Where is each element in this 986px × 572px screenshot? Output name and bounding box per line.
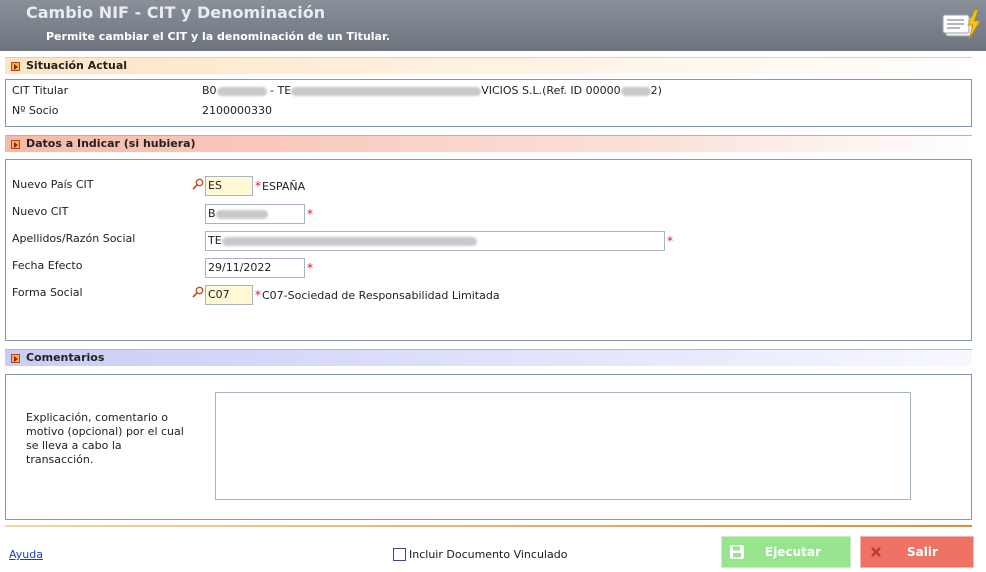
redacted-text [620, 86, 651, 96]
cit-titular-part: VICIOS S.L.(Ref. ID 00000 [481, 84, 621, 97]
floppy-disk-icon [730, 545, 744, 559]
cit-titular-part: 2) [650, 84, 662, 97]
cit-titular-part: - TE [266, 84, 292, 97]
nuevo-cit-input[interactable]: B [205, 204, 305, 224]
execute-label: Ejecutar [765, 545, 821, 559]
redacted-text [221, 236, 477, 246]
section-comentarios: Comentarios [5, 349, 972, 366]
section-situacion-actual: Situación Actual [5, 57, 972, 74]
nuevo-cit-value: B [208, 207, 216, 220]
required-marker: * [307, 207, 313, 221]
section-marker-icon [11, 354, 20, 363]
section-marker-icon [11, 62, 20, 71]
redacted-text [215, 209, 268, 219]
apellidos-input[interactable]: TE [205, 231, 665, 251]
cit-titular-part: B0 [202, 84, 217, 97]
required-marker: * [667, 234, 673, 248]
required-marker: * [255, 179, 261, 193]
section-datos-indicar: Datos a Indicar (si hubiera) [5, 135, 972, 152]
required-marker: * [255, 288, 261, 302]
cit-titular-label: CIT Titular [12, 84, 69, 97]
footer-divider [5, 525, 972, 527]
fecha-efecto-label: Fecha Efecto [12, 259, 83, 272]
documents-lightning-icon [942, 10, 981, 40]
section-marker-icon [11, 140, 20, 149]
section-title: Situación Actual [26, 59, 128, 72]
n-socio-label: Nº Socio [12, 104, 59, 117]
page-title: Cambio NIF - CIT y Denominación [26, 3, 326, 22]
datos-indicar-panel: Nuevo País CIT ES * ESPAÑA Nuevo CIT B *… [5, 159, 972, 341]
apellidos-label: Apellidos/Razón Social [12, 232, 136, 245]
help-link[interactable]: Ayuda [9, 548, 43, 561]
exit-label: Salir [907, 545, 938, 559]
forma-social-desc: C07-Sociedad de Responsabilidad Limitada [262, 289, 500, 302]
execute-button[interactable]: Ejecutar [721, 536, 851, 568]
section-title: Datos a Indicar (si hubiera) [26, 137, 196, 150]
page-header: Cambio NIF - CIT y Denominación Permite … [0, 0, 986, 48]
section-title: Comentarios [26, 351, 105, 364]
nuevo-cit-label: Nuevo CIT [12, 205, 69, 218]
incluir-documento-checkbox[interactable] [393, 548, 406, 561]
apellidos-value: TE [208, 234, 222, 247]
page-subtitle: Permite cambiar el CIT y la denominación… [46, 30, 391, 43]
comentario-textarea[interactable] [215, 392, 911, 500]
redacted-text [291, 86, 482, 96]
required-marker: * [307, 261, 313, 275]
fecha-efecto-input[interactable]: 29/11/2022 [205, 258, 305, 278]
comentario-label: Explicación, comentario o motivo (opcion… [26, 411, 184, 466]
close-icon [871, 547, 881, 557]
comentarios-panel: Explicación, comentario o motivo (opcion… [5, 374, 972, 520]
exit-button[interactable]: Salir [860, 536, 974, 568]
nuevo-pais-label: Nuevo País CIT [12, 178, 94, 191]
forma-social-label: Forma Social [12, 286, 83, 299]
n-socio-value: 2100000330 [202, 104, 272, 117]
magnifier-icon[interactable] [192, 286, 204, 298]
situacion-actual-panel: CIT Titular B0 - TE VICIOS S.L.(Ref. ID 0… [5, 79, 972, 127]
nuevo-pais-input[interactable]: ES [205, 176, 253, 196]
redacted-text [216, 86, 267, 96]
header-divider [0, 48, 986, 51]
forma-social-input[interactable]: C07 [205, 285, 253, 305]
incluir-documento-label: Incluir Documento Vinculado [409, 548, 568, 561]
nuevo-pais-desc: ESPAÑA [262, 180, 306, 193]
magnifier-icon[interactable] [192, 178, 204, 190]
cit-titular-value: B0 - TE VICIOS S.L.(Ref. ID 00000 2) [202, 84, 662, 97]
